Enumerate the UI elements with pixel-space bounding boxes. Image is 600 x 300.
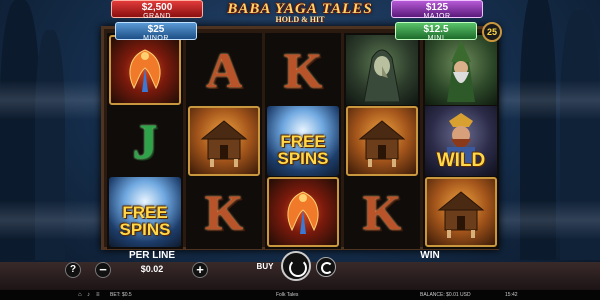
decrease-bet-button[interactable]: − [95, 262, 111, 278]
reel-3: K FREE SPINS [265, 33, 341, 249]
spin-button[interactable] [281, 251, 311, 281]
win-label: WIN [420, 250, 440, 261]
grand-jackpot: $2,500 GRAND [111, 0, 203, 20]
hut-icon [358, 120, 406, 167]
hut-symbol [425, 177, 497, 247]
clock-time: 15:42 [505, 292, 518, 298]
grand-jackpot-amount: $2,500 [141, 2, 173, 13]
reel-5: WILD [423, 33, 499, 249]
letter-symbol: A [188, 35, 260, 105]
mini-jackpot-label: MINI [427, 35, 445, 42]
witch-symbol [346, 35, 418, 105]
free-spins-symbol: FREE SPINS [267, 106, 339, 176]
paylines-badge: 25 [482, 22, 502, 42]
hut-symbol [188, 106, 260, 176]
minor-jackpot-amount: $25 [147, 24, 165, 35]
buy-feature-button[interactable]: BUY [252, 259, 278, 275]
per-line-value: $0.02 [140, 264, 164, 274]
mini-jackpot: $12.5 MINI [395, 22, 477, 42]
witch-icon [363, 49, 401, 102]
letter-symbol: K [346, 177, 418, 247]
reel-4: K [344, 33, 420, 249]
per-line-label: PER LINE [128, 250, 176, 261]
bet-display: BET: $0.5 [110, 292, 132, 298]
game-name: Folk Tales [276, 292, 299, 298]
minor-jackpot: $25 MINOR [115, 22, 197, 42]
reel-frame: J FREE SPINS A K K FREE SPINS K WILD [101, 26, 499, 250]
symbol-letter: K [362, 184, 402, 240]
phoenix-icon [287, 191, 319, 234]
free-spins-text: FREE SPINS [277, 132, 329, 168]
wild-text: WILD [436, 150, 486, 171]
letter-symbol: K [188, 177, 260, 247]
increase-bet-button[interactable]: + [192, 262, 208, 278]
symbol-letter: J [132, 113, 158, 169]
home-icon[interactable]: ⌂ [78, 290, 82, 300]
game-logo: BABA YAGA TALES HOLD & HIT [210, 1, 390, 27]
symbol-letter: K [283, 42, 323, 98]
symbol-letter: K [204, 184, 244, 240]
hut-icon [437, 191, 485, 238]
status-bar: ⌂ ♪ ≡ BET: $0.5 Folk Tales BALANCE: $0.0… [0, 290, 600, 300]
sound-icon[interactable]: ♪ [87, 290, 90, 300]
balance-display: BALANCE: $0.01 [420, 292, 459, 298]
free-spins-symbol: FREE SPINS [109, 177, 181, 247]
wizard-icon [447, 40, 475, 102]
wizard-symbol [425, 35, 497, 105]
help-button[interactable]: ? [65, 262, 81, 278]
reel-2: A K [186, 33, 262, 249]
phoenix-icon [129, 49, 161, 92]
settings-icon[interactable]: ≡ [96, 290, 100, 300]
minor-jackpot-label: MINOR [143, 35, 169, 42]
mini-jackpot-amount: $12.5 [423, 24, 449, 35]
reel-1: J FREE SPINS [107, 33, 183, 249]
autoplay-button[interactable] [316, 257, 336, 277]
phoenix-bird-symbol [109, 35, 181, 105]
grand-jackpot-label: GRAND [143, 13, 171, 20]
hut-icon [200, 120, 248, 167]
wild-symbol: WILD [425, 106, 497, 176]
currency-display: USD [460, 292, 471, 298]
free-spins-text: FREE SPINS [119, 203, 171, 239]
major-jackpot: $125 MAJOR [391, 0, 483, 20]
letter-symbol: J [109, 106, 181, 176]
hut-symbol [346, 106, 418, 176]
phoenix-bird-symbol [267, 177, 339, 247]
major-jackpot-amount: $125 [425, 2, 449, 13]
major-jackpot-label: MAJOR [423, 13, 451, 20]
symbol-letter: A [205, 42, 243, 98]
letter-symbol: K [267, 35, 339, 105]
